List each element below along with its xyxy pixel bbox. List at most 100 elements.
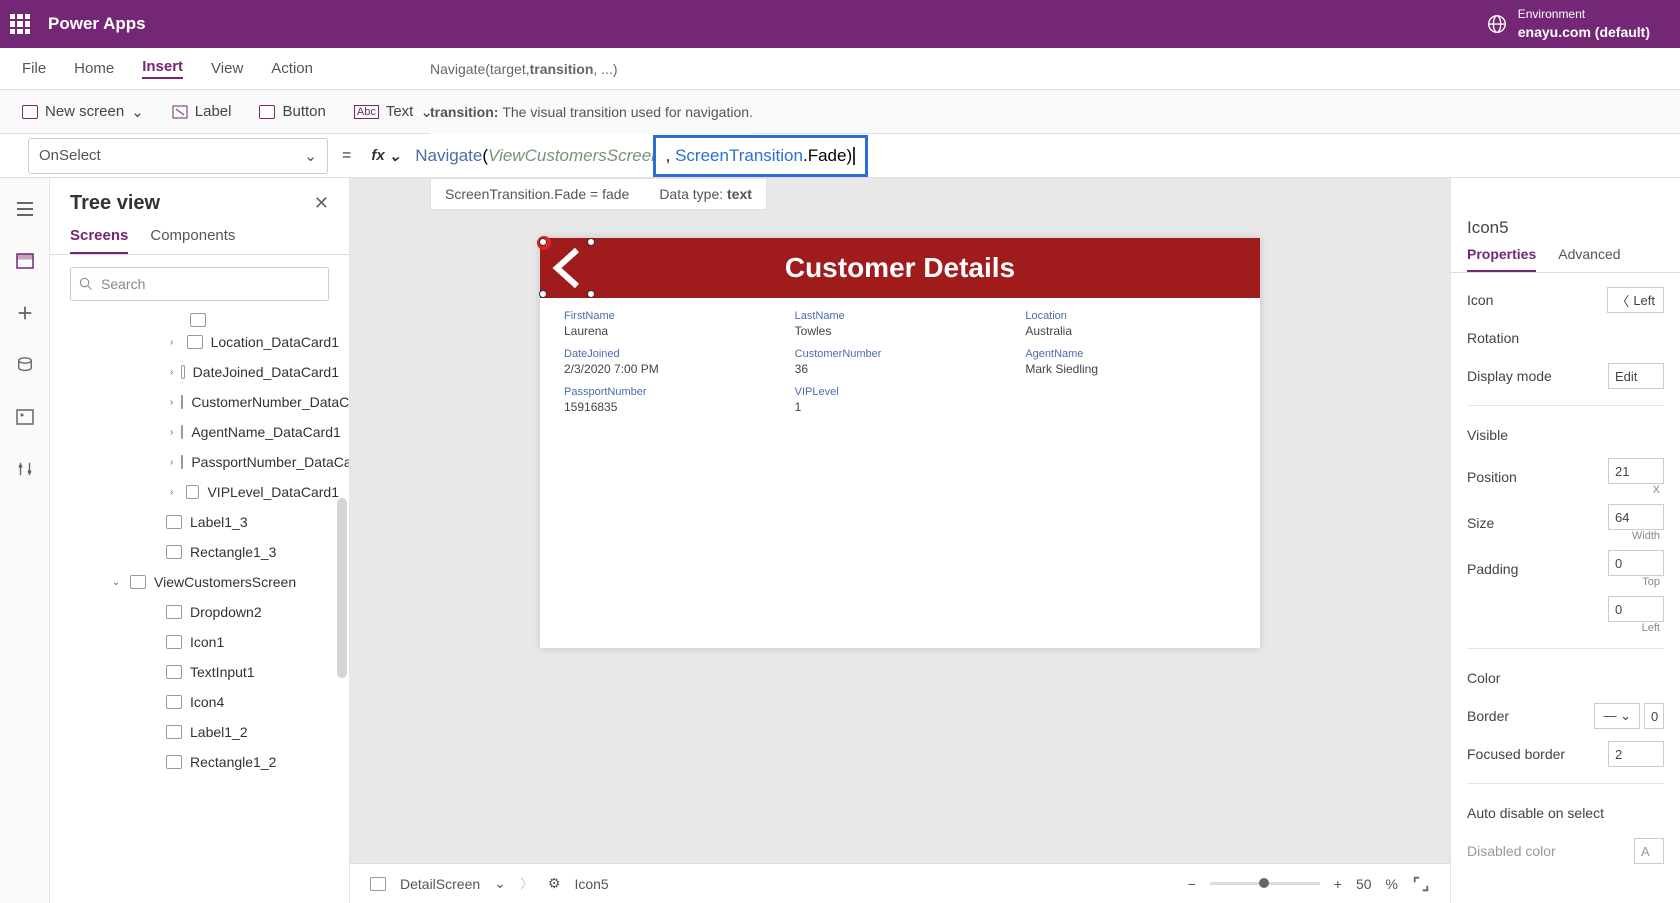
- text-label: Text: [386, 103, 414, 120]
- control-icon: [166, 515, 182, 529]
- data-icon[interactable]: [15, 356, 35, 374]
- environment-picker[interactable]: Environment enayu.com (default): [1486, 7, 1670, 41]
- menu-file[interactable]: File: [22, 60, 46, 77]
- tree-item-label: Label1_2: [190, 724, 248, 740]
- field-label: VIPLevel: [795, 386, 1006, 398]
- tree-item[interactable]: ›Location_DataCard1: [50, 327, 349, 357]
- waffle-icon[interactable]: [10, 14, 30, 34]
- status-screen[interactable]: DetailScreen: [400, 876, 480, 892]
- screen-icon: [22, 105, 38, 119]
- tree-item[interactable]: ›PassportNumber_DataCard1: [50, 447, 349, 477]
- tree-item[interactable]: Icon4: [50, 687, 349, 717]
- canvas-area: ✕ Customer Details FirstNameLaurenaLastN…: [350, 178, 1450, 903]
- formula-input[interactable]: Navigate(ViewCustomersScreen , ScreenTra…: [407, 135, 867, 177]
- chevron-icon: ⌄: [112, 577, 122, 588]
- chevron-left-icon: [543, 242, 591, 294]
- datatype-label: Data type:: [659, 186, 727, 202]
- new-screen-button[interactable]: New screen⌄: [22, 103, 144, 121]
- chevron-down-icon: ⌄: [131, 103, 144, 121]
- tree-item[interactable]: [50, 313, 349, 327]
- insert-icon[interactable]: [15, 304, 35, 322]
- menu-home[interactable]: Home: [74, 60, 114, 77]
- tree-item[interactable]: Dropdown2: [50, 597, 349, 627]
- tree-item[interactable]: TextInput1: [50, 657, 349, 687]
- tree-item-label: Location_DataCard1: [211, 334, 339, 350]
- control-icon: [166, 635, 182, 649]
- tree-item[interactable]: Label1_2: [50, 717, 349, 747]
- tree-item[interactable]: Label1_3: [50, 507, 349, 537]
- tree-item[interactable]: ⌄ViewCustomersScreen: [50, 567, 349, 597]
- search-placeholder: Search: [101, 276, 145, 292]
- settings-icon[interactable]: [15, 460, 35, 478]
- left-rail: [0, 178, 50, 903]
- field-label: DateJoined: [564, 348, 775, 360]
- button-button[interactable]: Button: [259, 103, 325, 120]
- tree-item[interactable]: ›VIPLevel_DataCard1: [50, 477, 349, 507]
- text-icon: Abc: [354, 105, 379, 119]
- tab-screens[interactable]: Screens: [70, 227, 128, 254]
- scrollbar[interactable]: [337, 498, 347, 678]
- tree-item[interactable]: ›AgentName_DataCard1: [50, 417, 349, 447]
- menu-action[interactable]: Action: [271, 60, 313, 77]
- zoom-out-button[interactable]: −: [1188, 876, 1196, 892]
- fit-icon[interactable]: [1412, 875, 1430, 893]
- search-input[interactable]: Search: [70, 267, 329, 301]
- padding-left-input[interactable]: 0: [1608, 596, 1664, 622]
- form-field: PassportNumber15916835: [564, 386, 775, 414]
- disabled-color-value[interactable]: A: [1634, 838, 1664, 864]
- tree-item[interactable]: Rectangle1_3: [50, 537, 349, 567]
- control-icon: [166, 695, 182, 709]
- status-element[interactable]: Icon5: [574, 876, 608, 892]
- menu-view[interactable]: View: [211, 60, 243, 77]
- media-icon[interactable]: [15, 408, 35, 426]
- field-value: Laurena: [564, 324, 775, 338]
- icon-picker[interactable]: 〈Left: [1607, 287, 1664, 313]
- zoom-value: 50: [1356, 876, 1372, 892]
- menu-insert[interactable]: Insert: [142, 58, 183, 79]
- canvas[interactable]: ✕ Customer Details FirstNameLaurenaLastN…: [350, 178, 1450, 863]
- zoom-in-button[interactable]: +: [1334, 876, 1342, 892]
- padding-top-sublabel: Top: [1608, 576, 1664, 588]
- tree-item-label: Dropdown2: [190, 604, 262, 620]
- control-icon: [166, 545, 182, 559]
- border-style[interactable]: — ⌄: [1594, 703, 1640, 729]
- label-button[interactable]: Label: [172, 103, 232, 120]
- text-button[interactable]: AbcText⌄: [354, 103, 433, 121]
- tree-view-icon[interactable]: [15, 252, 35, 270]
- hint-prefix: Navigate(target,: [430, 61, 530, 77]
- field-value: 2/3/2020 7:00 PM: [564, 362, 775, 376]
- prop-autodisable-label: Auto disable on select: [1467, 805, 1604, 821]
- zoom-slider[interactable]: [1210, 882, 1320, 885]
- tree-item[interactable]: ›DateJoined_DataCard1: [50, 357, 349, 387]
- label-icon: [172, 105, 188, 119]
- field-value: 1: [795, 400, 1006, 414]
- fx-button[interactable]: fx⌄: [365, 147, 407, 165]
- focused-border-input[interactable]: 2: [1608, 741, 1664, 767]
- field-label: AgentName: [1025, 348, 1236, 360]
- back-icon-selected[interactable]: ✕: [543, 242, 591, 294]
- tab-advanced[interactable]: Advanced: [1558, 246, 1620, 272]
- position-x-input[interactable]: 21: [1608, 458, 1664, 484]
- form-field: FirstNameLaurena: [564, 310, 775, 338]
- prop-disabledcolor-label: Disabled color: [1467, 843, 1556, 859]
- form-field: DateJoined 2/3/2020 7:00 PM: [564, 348, 775, 376]
- size-width-input[interactable]: 64: [1608, 504, 1664, 530]
- formula-hint: Navigate(target, transition, ...): [430, 48, 618, 90]
- tree-item[interactable]: Icon1: [50, 627, 349, 657]
- chevron-down-icon[interactable]: ⌄: [494, 875, 506, 892]
- tab-components[interactable]: Components: [150, 227, 235, 254]
- tree-item[interactable]: ›CustomerNumber_DataCard1: [50, 387, 349, 417]
- ribbon: New screen⌄ Label Button Abc Text ⌄: [0, 90, 1680, 134]
- form-field: LocationAustralia: [1025, 310, 1236, 338]
- property-selector[interactable]: OnSelect ⌄: [28, 138, 328, 174]
- display-mode-input[interactable]: Edit: [1608, 363, 1664, 389]
- tab-properties[interactable]: Properties: [1467, 246, 1536, 272]
- field-label: LastName: [795, 310, 1006, 322]
- hamburger-icon[interactable]: [15, 200, 35, 218]
- close-icon[interactable]: ✕: [314, 193, 329, 214]
- tree-list[interactable]: ›Location_DataCard1›DateJoined_DataCard1…: [50, 313, 349, 903]
- prop-position-label: Position: [1467, 469, 1517, 485]
- tree-item[interactable]: Rectangle1_2: [50, 747, 349, 777]
- border-width-input[interactable]: 0: [1644, 703, 1664, 729]
- padding-top-input[interactable]: 0: [1608, 550, 1664, 576]
